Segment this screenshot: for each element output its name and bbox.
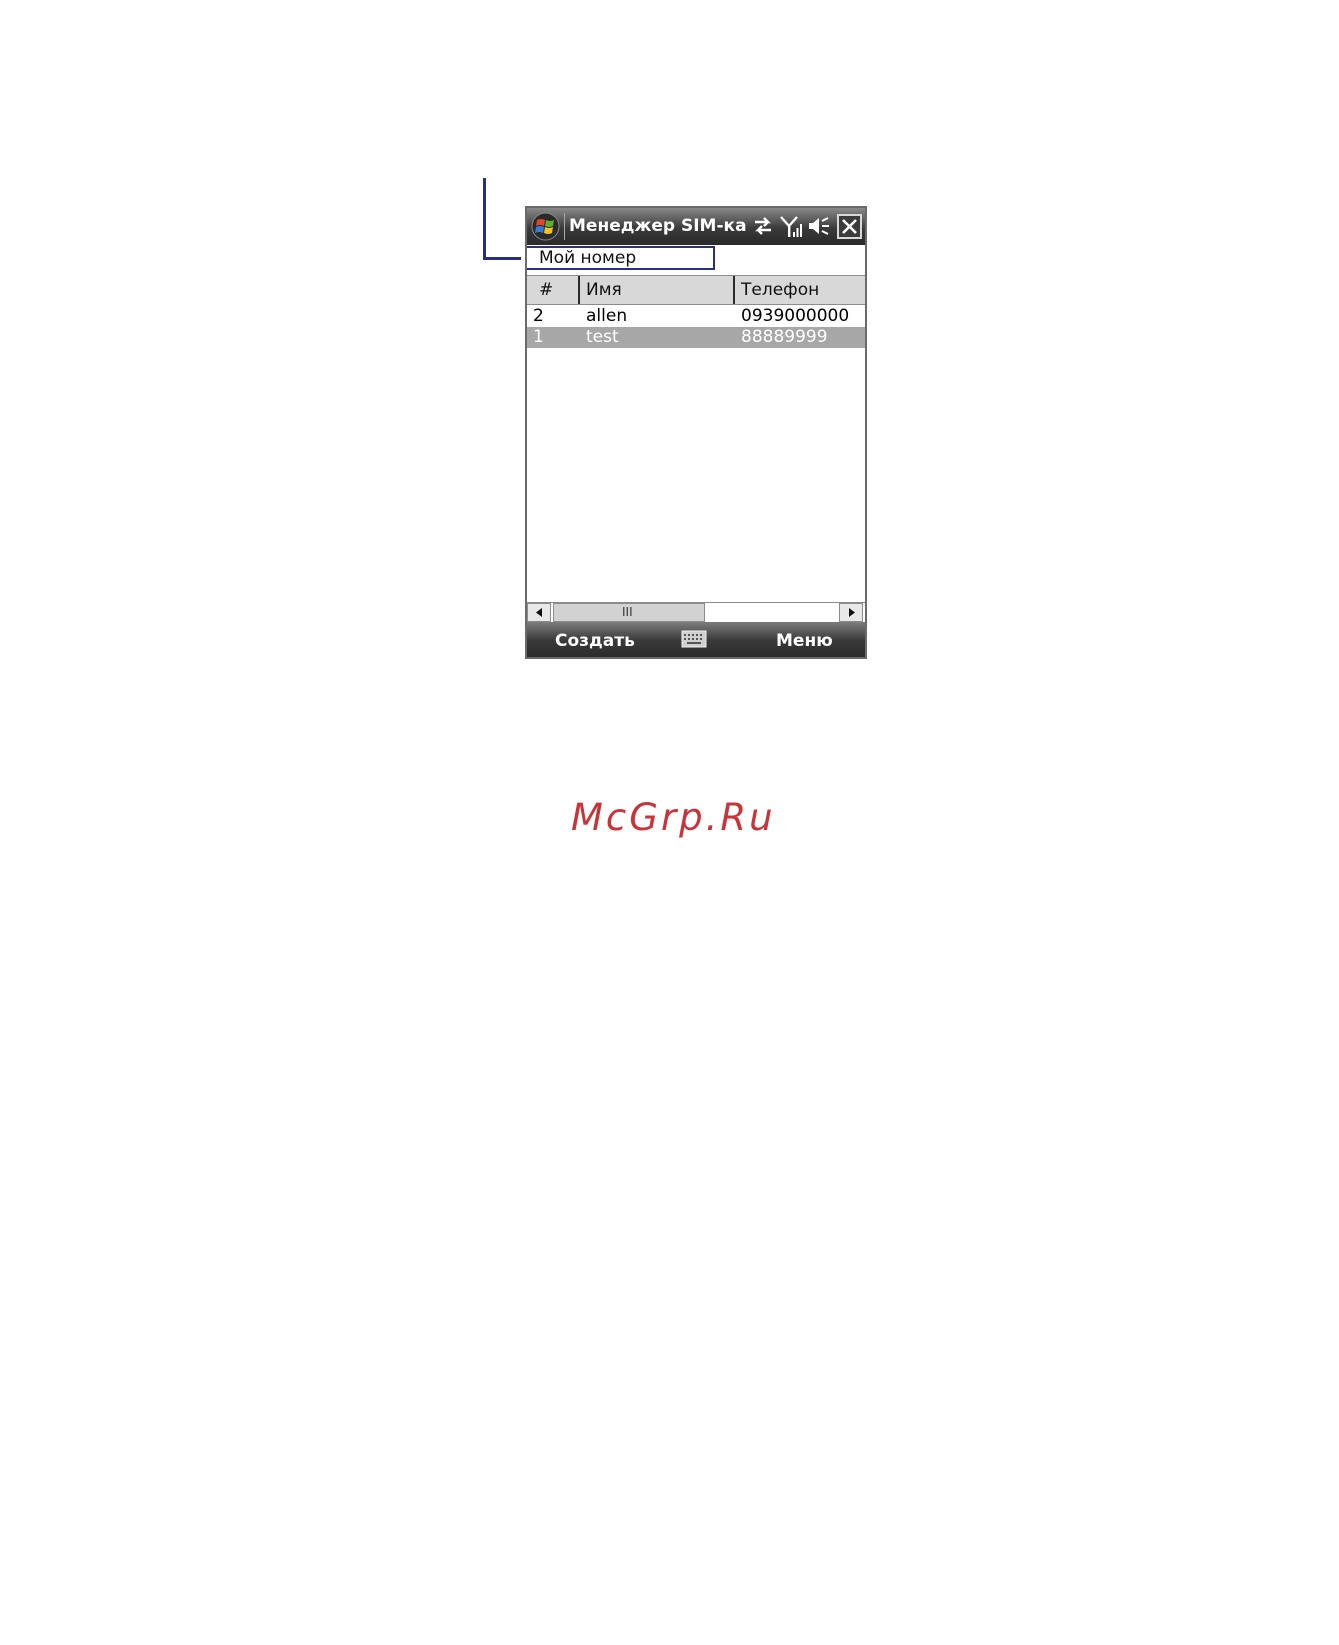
title-separator: [564, 213, 565, 240]
device-screen: Менеджер SIM-кар Мой номер # Имя Телефон…: [525, 206, 867, 659]
scroll-thumb-grip: III: [622, 605, 633, 619]
scroll-thumb[interactable]: III: [553, 603, 705, 622]
callout-line-horizontal: [483, 257, 521, 260]
column-divider[interactable]: [578, 276, 580, 304]
close-button[interactable]: [837, 214, 862, 239]
keyboard-icon[interactable]: [681, 630, 707, 648]
signal-icon[interactable]: [780, 215, 802, 239]
my-number-row[interactable]: Мой номер: [527, 245, 865, 273]
table-header: # Имя Телефон: [527, 275, 865, 305]
row-name: allen: [586, 306, 628, 326]
speaker-mute-icon[interactable]: [807, 215, 831, 237]
sync-arrows-icon[interactable]: [752, 215, 774, 237]
column-divider[interactable]: [733, 276, 735, 304]
row-name: test: [586, 327, 619, 347]
column-header-phone[interactable]: Телефон: [741, 276, 819, 304]
arrow-right-icon: [849, 608, 855, 617]
horizontal-scrollbar[interactable]: III: [527, 602, 865, 622]
arrow-left-icon: [536, 608, 542, 617]
title-bar: Менеджер SIM-кар: [527, 208, 865, 245]
callout-line-vertical: [483, 178, 486, 260]
row-number: 2: [533, 306, 544, 326]
column-header-name[interactable]: Имя: [586, 276, 622, 304]
row-number: 1: [533, 327, 544, 347]
watermark-text: McGrp.Ru: [571, 796, 776, 839]
windows-start-icon[interactable]: [531, 212, 560, 241]
column-header-number[interactable]: #: [539, 276, 553, 304]
row-phone: 88889999: [741, 327, 828, 347]
create-softkey[interactable]: Создать: [555, 631, 635, 651]
my-number-label: Мой номер: [539, 248, 637, 268]
app-title: Менеджер SIM-кар: [569, 216, 747, 236]
menu-softkey[interactable]: Меню: [776, 631, 833, 651]
scroll-left-button[interactable]: [527, 603, 551, 622]
close-icon: [842, 219, 857, 234]
scroll-right-button[interactable]: [839, 603, 863, 622]
softkey-bar: Создать Меню: [527, 622, 865, 657]
row-phone: 0939000000: [741, 306, 850, 326]
table-row[interactable]: 2 allen 0939000000: [527, 306, 865, 327]
contact-list: 2 allen 0939000000 1 test 88889999: [527, 305, 865, 587]
table-row-selected[interactable]: 1 test 88889999: [527, 327, 865, 348]
